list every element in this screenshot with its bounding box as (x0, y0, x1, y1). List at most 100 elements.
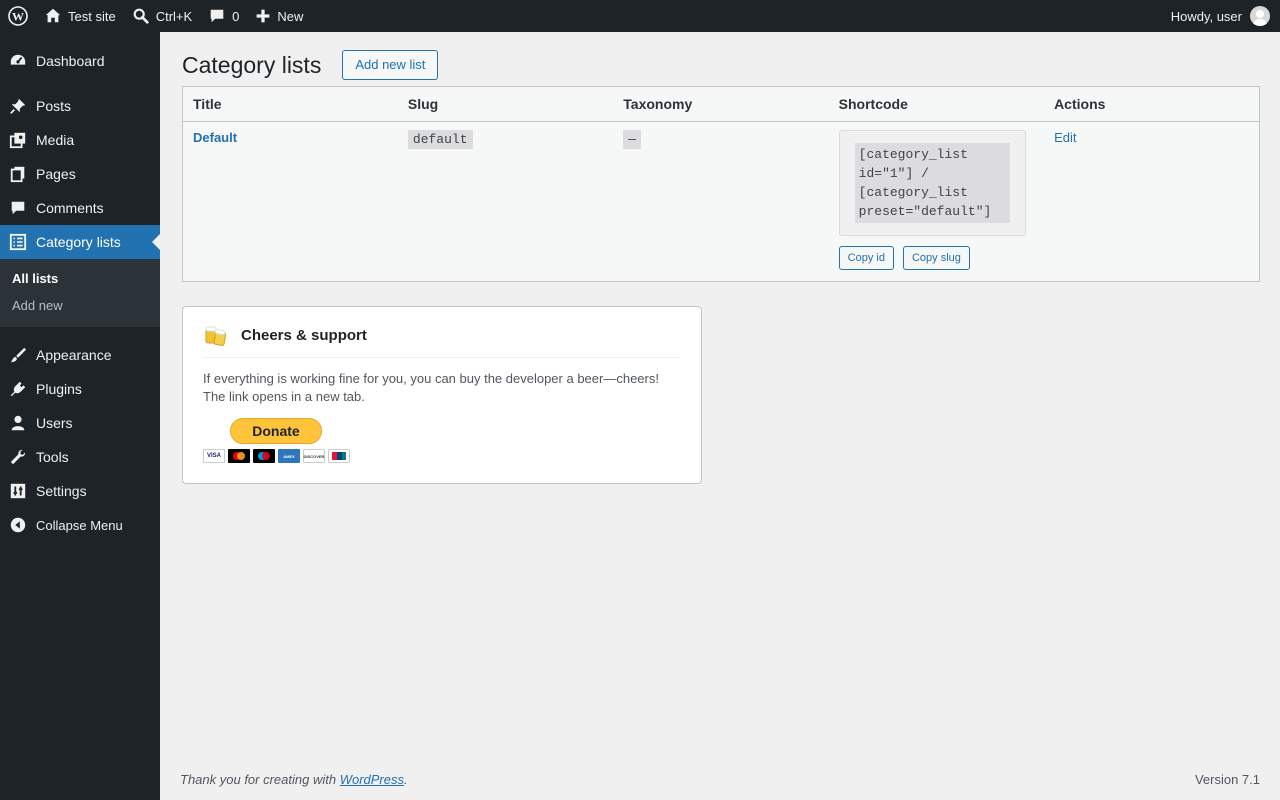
my-account[interactable]: Howdy, user (1171, 6, 1280, 26)
donate-area: Donate VISA AMEX DISCOVER (203, 418, 353, 463)
menu-label: Category lists (36, 234, 121, 250)
user-icon (8, 413, 28, 433)
support-card: Cheers & support If everything is workin… (182, 306, 702, 484)
footer: Thank you for creating with WordPress. V… (180, 772, 1260, 787)
wordpress-logo-icon[interactable]: W (0, 0, 36, 32)
media-icon (8, 130, 28, 150)
visa-card-icon: VISA (203, 449, 225, 463)
discover-card-icon: DISCOVER (303, 449, 325, 463)
submenu-add-new[interactable]: Add new (0, 292, 160, 319)
collapse-menu-button[interactable]: Collapse Menu (0, 508, 160, 542)
menu-label: Users (36, 415, 73, 431)
menu-posts[interactable]: Posts (0, 89, 160, 123)
menu-label: Tools (36, 449, 69, 465)
comments-count: 0 (232, 8, 240, 24)
edit-link[interactable]: Edit (1054, 130, 1076, 145)
column-slug: Slug (397, 86, 614, 122)
wordpress-link[interactable]: WordPress (340, 772, 404, 787)
column-title: Title (182, 86, 398, 122)
support-card-header: Cheers & support (203, 323, 681, 358)
comment-icon (210, 9, 224, 23)
collapse-icon (8, 515, 28, 535)
footer-thanks-suffix: . (404, 772, 408, 787)
plug-icon (8, 379, 28, 399)
menu-tools[interactable]: Tools (0, 440, 160, 474)
dashboard-icon (8, 51, 28, 71)
column-actions: Actions (1044, 86, 1260, 122)
menu-label: Posts (36, 98, 72, 114)
plus-icon (257, 9, 270, 23)
unionpay-icon (328, 449, 350, 463)
column-shortcode: Shortcode (828, 86, 1045, 122)
search-icon (133, 8, 149, 24)
site-name-link[interactable]: Test site (36, 0, 124, 32)
table-row: Default default — [category_list id="1"]… (182, 121, 1260, 282)
menu-media[interactable]: Media (0, 123, 160, 157)
menu-label: Plugins (36, 381, 82, 397)
menu-label: Media (36, 132, 75, 148)
beer-mugs-icon (205, 326, 227, 346)
category-lists-table: Title Slug Taxonomy Shortcode Actions De… (182, 86, 1260, 282)
menu-comments[interactable]: Comments (0, 191, 160, 225)
cell-slug: default (397, 121, 614, 282)
column-taxonomy: Taxonomy (613, 86, 829, 122)
sliders-icon (8, 481, 28, 501)
brush-icon (8, 345, 28, 365)
maestro-icon (253, 449, 275, 463)
pages-icon (8, 164, 28, 184)
home-icon (45, 8, 61, 23)
admin-bar: W Test site Ctrl+K 0 New Howdy, user (0, 0, 1280, 32)
copy-id-button[interactable]: Copy id (838, 246, 894, 270)
comments-link[interactable]: 0 (200, 0, 247, 32)
admin-menu: Dashboard Posts Media Pages Comments Cat… (0, 32, 160, 800)
taxonomy-code: — (623, 130, 642, 149)
cell-title: Default (182, 121, 398, 282)
footer-thanks: Thank you for creating with WordPress. (180, 772, 408, 787)
footer-version: Version 7.1 (1194, 772, 1260, 787)
new-content-link[interactable]: New (247, 0, 311, 32)
menu-settings[interactable]: Settings (0, 474, 160, 508)
menu-label: Appearance (36, 347, 112, 363)
donate-button[interactable]: Donate (230, 418, 322, 444)
main-content: Category lists Add new list Title Slug T… (160, 32, 1280, 800)
payment-cards: VISA AMEX DISCOVER (203, 449, 353, 463)
search-shortcut: Ctrl+K (155, 8, 193, 24)
slug-code: default (407, 130, 473, 149)
mastercard-icon (228, 449, 250, 463)
submenu-all-lists[interactable]: All lists (0, 265, 160, 292)
table-header-row: Title Slug Taxonomy Shortcode Actions (182, 86, 1260, 122)
copy-slug-button[interactable]: Copy slug (902, 246, 970, 270)
menu-label: Dashboard (36, 53, 105, 69)
comment-icon (8, 198, 28, 218)
shortcode-code: [category_list id="1"] / [category_list … (854, 143, 1010, 223)
menu-plugins[interactable]: Plugins (0, 372, 160, 406)
site-name: Test site (68, 8, 116, 24)
menu-pages[interactable]: Pages (0, 157, 160, 191)
support-text: If everything is working fine for you, y… (203, 371, 659, 404)
shortcode-buttons: Copy id Copy slug (838, 246, 1034, 270)
menu-label: Comments (36, 200, 104, 216)
amex-card-icon: AMEX (278, 449, 300, 463)
footer-thanks-prefix: Thank you for creating with (180, 772, 340, 787)
wrench-icon (8, 447, 28, 467)
cell-shortcode: [category_list id="1"] / [category_list … (828, 121, 1045, 282)
user-avatar-icon (1253, 10, 1267, 26)
menu-users[interactable]: Users (0, 406, 160, 440)
menu-label: Pages (36, 166, 76, 182)
list-icon (8, 232, 28, 252)
menu-category-lists[interactable]: Category lists (0, 225, 160, 259)
pin-icon (8, 96, 28, 116)
svg-text:W: W (12, 10, 24, 24)
search-command[interactable]: Ctrl+K (124, 0, 200, 32)
menu-dashboard[interactable]: Dashboard (0, 44, 160, 78)
page-header: Category lists Add new list (182, 50, 439, 80)
menu-appearance[interactable]: Appearance (0, 338, 160, 372)
new-label: New (277, 8, 304, 24)
avatar (1250, 6, 1270, 26)
add-new-list-button[interactable]: Add new list (342, 50, 439, 80)
shortcode-box: [category_list id="1"] / [category_list … (838, 130, 1026, 236)
menu-label: Settings (36, 483, 87, 499)
support-heading: Cheers & support (241, 326, 367, 344)
list-title-link[interactable]: Default (193, 130, 237, 145)
cell-taxonomy: — (613, 121, 829, 282)
